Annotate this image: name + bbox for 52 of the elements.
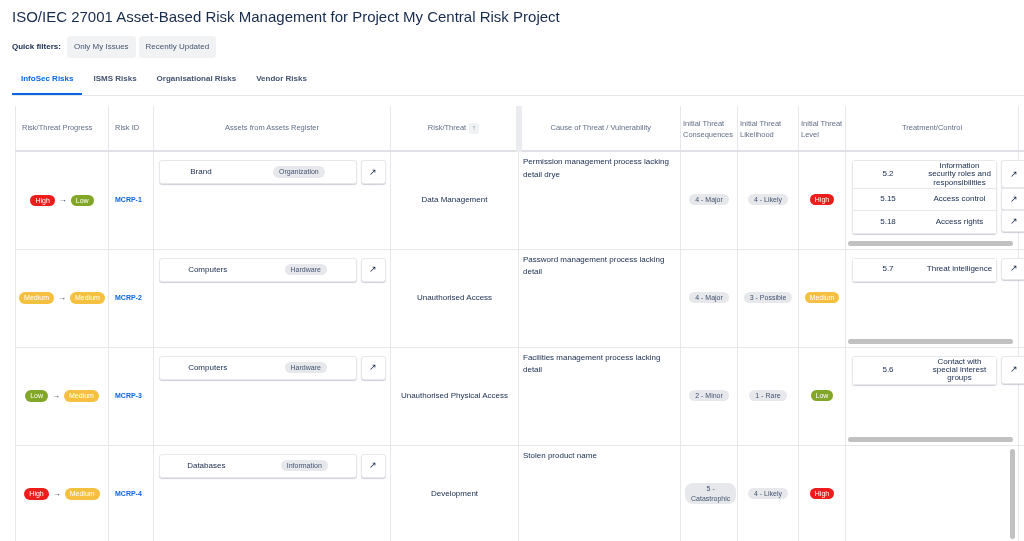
- control-code: 5.18: [879, 217, 897, 227]
- control-code: 5.15: [879, 195, 897, 204]
- control-code: 5.6: [881, 365, 895, 375]
- control-item[interactable]: 5.18 Access rights: [853, 211, 996, 234]
- open-link-button[interactable]: ↗: [1001, 160, 1024, 188]
- control-name: Access rights: [934, 216, 985, 228]
- open-link-button[interactable]: ↗: [360, 355, 386, 380]
- asset-name: Computers: [188, 361, 228, 374]
- scrollbar[interactable]: [848, 338, 1013, 344]
- arrow-icon: →: [52, 488, 61, 500]
- arrow-icon: →: [51, 390, 60, 402]
- filter-button[interactable]: Recently Updated: [138, 36, 217, 58]
- cell-text: Unauthorised Access: [416, 293, 493, 302]
- open-link-button[interactable]: ↗: [360, 160, 386, 184]
- tab[interactable]: Vendor Risks: [247, 64, 316, 95]
- tab[interactable]: ISMS Risks: [84, 64, 146, 95]
- control-name: Access control: [932, 194, 987, 205]
- open-link-button[interactable]: ↗: [360, 453, 386, 478]
- open-link-button[interactable]: ↗: [360, 257, 386, 282]
- control-item[interactable]: 5.15 Access control: [853, 189, 996, 212]
- cell-text: Development: [430, 489, 479, 498]
- quick-filters-label: Quick filters:: [12, 41, 61, 53]
- cause-text: Stolen product name: [523, 449, 598, 462]
- arrow-icon: →: [58, 194, 67, 207]
- control-name: Contact with special interest groups: [931, 356, 988, 384]
- open-link-button[interactable]: ↗: [1001, 210, 1024, 232]
- control-code: 5.2: [881, 170, 895, 179]
- cause-text: Facilities management process lacking detail: [523, 351, 662, 377]
- control-name: Information security roles and responsibilities: [927, 161, 992, 189]
- page-title: ISO/IEC 27001 Asset-Based Risk Management for Project My Central Risk Project: [12, 8, 561, 26]
- cause-text: Password management process lacking detail: [523, 253, 666, 279]
- control-item[interactable]: 5.6 Contact with special interest groups: [853, 356, 996, 384]
- cell-text: Data Management: [421, 195, 488, 205]
- control-code: 5.7: [881, 265, 895, 274]
- arrow-icon: →: [58, 292, 66, 304]
- control-item[interactable]: 5.2 Information security roles and responsibilities: [853, 161, 996, 190]
- open-link-button[interactable]: ↗: [1001, 257, 1024, 280]
- scrollbar[interactable]: [848, 436, 1013, 442]
- cause-text: Permission management process lacking detail drye: [523, 156, 670, 181]
- asset-name: Databases: [187, 459, 226, 472]
- control-item[interactable]: 5.7 Threat intelligence: [853, 258, 996, 281]
- filter-button[interactable]: Only My Issues: [66, 36, 136, 58]
- open-link-button[interactable]: ↗: [1001, 355, 1024, 384]
- control-name: Threat intelligence: [925, 264, 994, 275]
- tab[interactable]: Organisational Risks: [147, 64, 246, 95]
- tab[interactable]: InfoSec Risks: [12, 64, 83, 95]
- scrollbar[interactable]: [1010, 448, 1015, 539]
- asset-name: Computers: [188, 263, 228, 276]
- cell-text: Unauthorised Physical Access: [400, 391, 509, 400]
- asset-name: Brand: [190, 166, 212, 178]
- scrollbar[interactable]: [848, 240, 1013, 246]
- open-link-button[interactable]: ↗: [1001, 188, 1024, 210]
